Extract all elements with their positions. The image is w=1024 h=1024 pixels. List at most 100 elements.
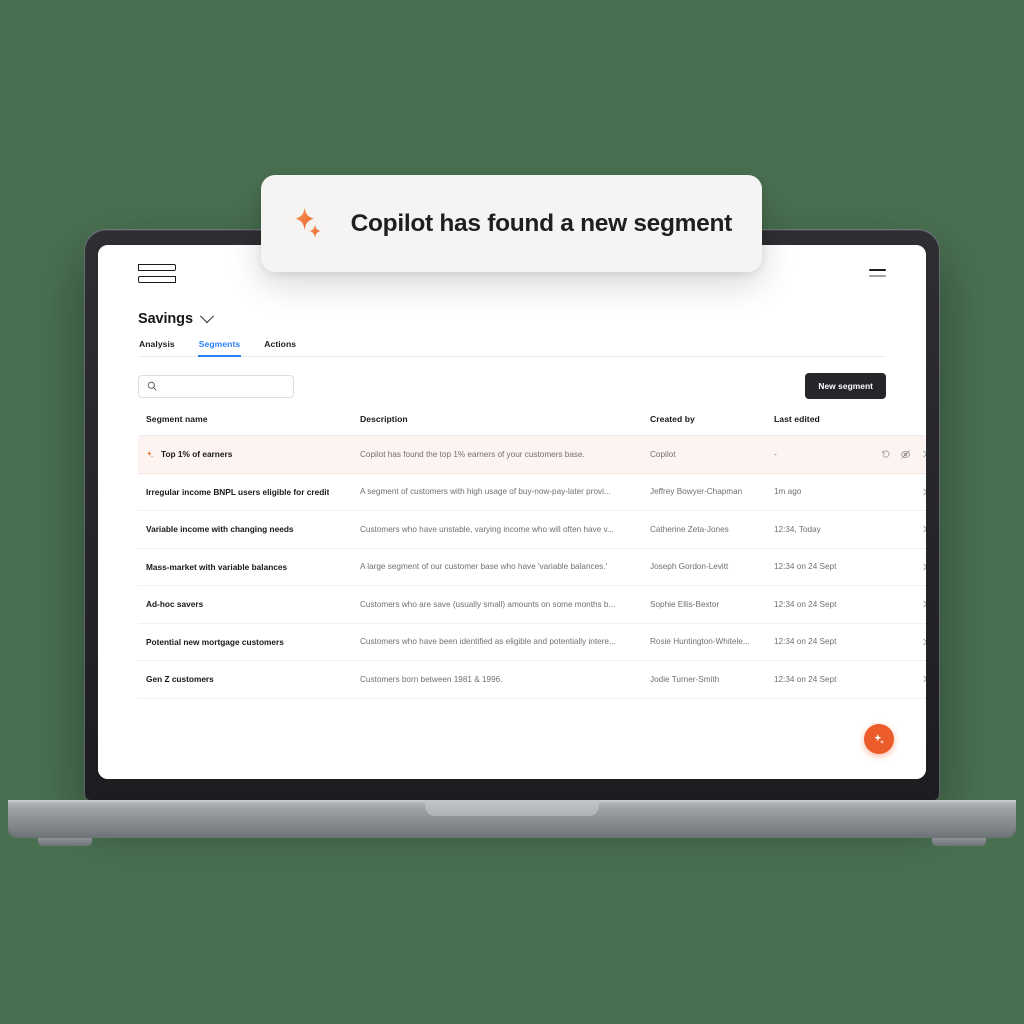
column-header-segment-name: Segment name [138,414,360,436]
segment-name-label: Potential new mortgage customers [146,636,284,647]
cell-row-actions [874,548,926,586]
page-title-row[interactable]: Savings [138,309,886,327]
cell-segment-name: Top 1% of earners [138,435,360,474]
brand-logo-icon[interactable] [138,263,176,283]
cell-created-by: Sophie Ellis-Bextor [650,585,774,624]
cell-segment-name: Mass-market with variable balances [138,548,360,586]
chevron-right-icon[interactable] [920,524,926,534]
cell-description: Customers who have been identified as el… [360,623,650,661]
tab-bar: Analysis Segments Actions [138,339,886,357]
row-actions [874,599,926,609]
cell-row-actions [874,585,926,624]
column-header-description: Description [360,414,650,436]
hamburger-line-bottom [869,275,886,277]
chevron-right-icon[interactable] [920,487,926,497]
cell-created-by: Catherine Zeta-Jones [650,510,774,549]
laptop-mockup: Savings Analysis Segments Actions New se… [0,0,1024,1024]
table-row[interactable]: Mass-market with variable balances A larg… [138,548,926,586]
table-head: Segment name Description Created by Last… [138,414,926,436]
cell-description: Customers who have unstable, varying inc… [360,510,650,549]
cell-segment-name: Gen Z customers [138,660,360,699]
chevron-right-icon[interactable] [920,599,926,609]
cell-row-actions [874,623,926,661]
row-actions [874,562,926,572]
table-row[interactable]: Potential new mortgage customers Customer… [138,623,926,661]
copilot-fab-button[interactable] [864,724,894,754]
row-actions [874,674,926,684]
chevron-right-icon[interactable] [920,449,926,459]
cell-last-edited: 12:34, Today [774,510,874,549]
search-icon [147,381,157,391]
laptop-foot-right [932,838,986,846]
cell-description: Customers who are save (usually small) a… [360,585,650,624]
row-actions [874,637,926,647]
row-actions [874,487,926,497]
cell-row-actions [874,435,926,474]
app-window: Savings Analysis Segments Actions New se… [98,245,926,779]
hamburger-line-top [869,269,886,271]
cell-description: A segment of customers with high usage o… [360,473,650,511]
table-row[interactable]: Top 1% of earners Copilot has found the t… [138,435,926,474]
cell-created-by: Copilot [650,435,774,474]
chevron-right-icon[interactable] [920,674,926,684]
column-header-actions [874,414,926,436]
cell-last-edited: 12:34 on 24 Sept [774,623,874,661]
laptop-foot-left [38,838,92,846]
cell-created-by: Jodie Turner-Smith [650,660,774,699]
table-header-row: Segment name Description Created by Last… [138,414,926,436]
cell-last-edited: 12:34 on 24 Sept [774,585,874,624]
cell-row-actions [874,660,926,699]
chevron-right-icon[interactable] [920,637,926,647]
laptop-screen: Savings Analysis Segments Actions New se… [98,245,926,779]
tab-analysis[interactable]: Analysis [138,339,176,356]
segments-table-container: Segment name Description Created by Last… [98,414,926,699]
cell-created-by: Jeffrey Bowyer-Chapman [650,473,774,511]
search-box[interactable] [138,374,294,398]
table-row[interactable]: Ad-hoc savers Customers who are save (usu… [138,585,926,624]
cell-segment-name: Variable income with changing needs [138,510,360,549]
cell-created-by: Rosie Huntington-Whitele... [650,623,774,661]
table-body: Top 1% of earners Copilot has found the t… [138,435,926,699]
cell-description: A large segment of our customer base who… [360,548,650,586]
cell-row-actions [874,510,926,549]
sparkle-icon [147,450,154,458]
undo-icon[interactable] [881,449,891,459]
toolbar: New segment [98,357,926,399]
brand-logo-bar-top [138,263,176,271]
table-row[interactable]: Variable income with changing needs Custo… [138,510,926,549]
row-actions [874,524,926,534]
search-input[interactable] [163,381,285,391]
column-header-last-edited: Last edited [774,414,874,436]
page-title: Savings [138,311,193,327]
chevron-down-icon[interactable] [199,309,214,324]
segment-name-label: Top 1% of earners [161,449,233,460]
cell-last-edited: - [774,435,874,474]
hamburger-menu-icon[interactable] [869,269,886,277]
segment-name-label: Irregular income BNPL users eligible for… [146,486,330,497]
segment-name-label: Mass-market with variable balances [146,561,288,572]
segments-table: Segment name Description Created by Last… [138,414,926,699]
copilot-notification-toast[interactable]: Copilot has found a new segment [261,175,762,272]
tab-actions[interactable]: Actions [263,339,297,356]
chevron-right-icon[interactable] [920,562,926,572]
cell-last-edited: 12:34 on 24 Sept [774,548,874,586]
eye-off-icon[interactable] [900,449,911,460]
table-row[interactable]: Irregular income BNPL users eligible for… [138,473,926,511]
page-header: Savings Analysis Segments Actions [98,301,926,357]
cell-segment-name: Irregular income BNPL users eligible for… [138,473,360,511]
cell-segment-name: Potential new mortgage customers [138,623,360,661]
laptop-base-notch [425,800,599,816]
segment-name-label: Gen Z customers [146,674,214,685]
sparkle-icon [873,733,884,744]
table-row[interactable]: Gen Z customers Customers born between 19… [138,660,926,699]
segment-name-label: Variable income with changing needs [146,524,294,535]
cell-last-edited: 1m ago [774,473,874,511]
cell-description: Customers born between 1981 & 1996. [360,660,650,699]
cell-created-by: Joseph Gordon-Levitt [650,548,774,586]
column-header-created-by: Created by [650,414,774,436]
cell-description: Copilot has found the top 1% earners of … [360,435,650,474]
new-segment-button[interactable]: New segment [805,373,886,399]
tab-segments[interactable]: Segments [197,339,242,357]
row-actions [874,449,926,460]
toast-title: Copilot has found a new segment [350,209,733,237]
